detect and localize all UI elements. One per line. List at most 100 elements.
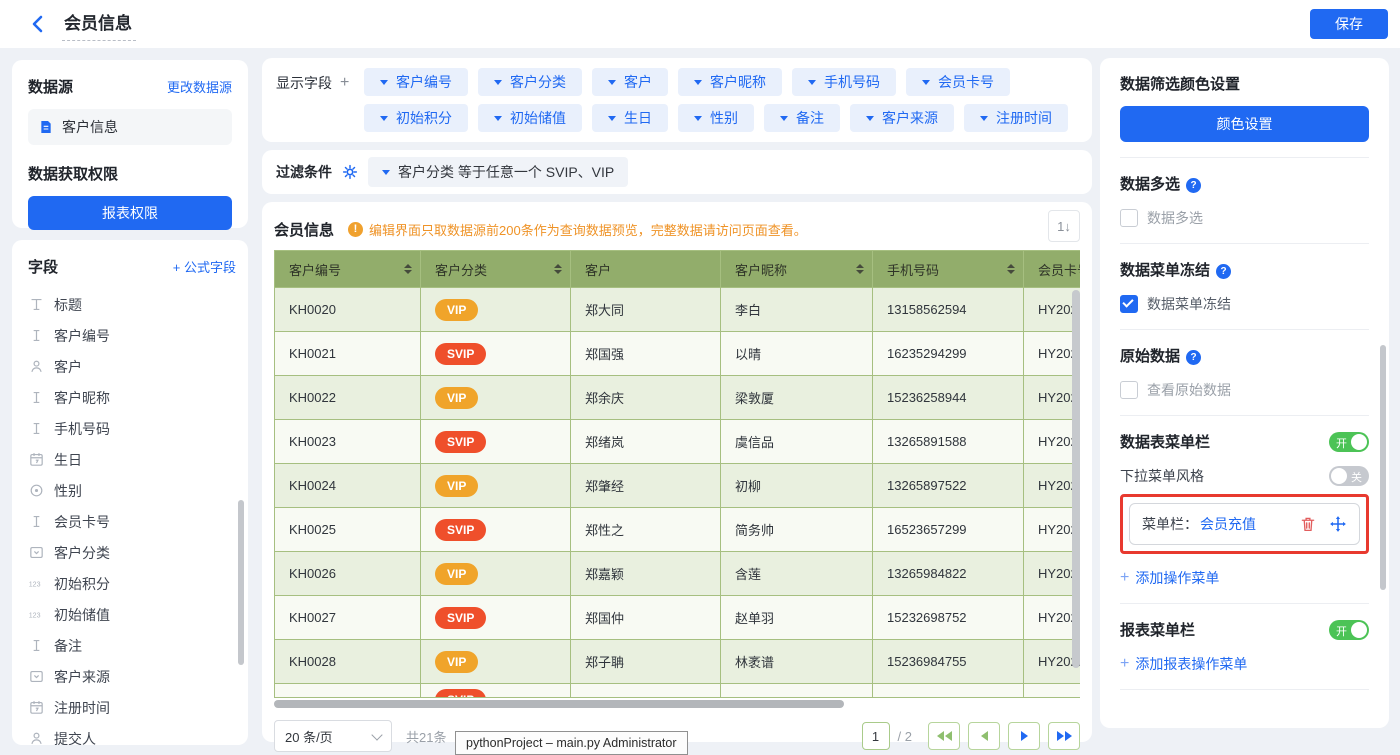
- field-item[interactable]: 会员卡号: [28, 506, 236, 537]
- field-chip[interactable]: 客户: [592, 68, 668, 96]
- field-item[interactable]: 初始积分: [28, 568, 236, 599]
- field-chip[interactable]: 初始储值: [478, 104, 582, 132]
- checkbox-unchecked[interactable]: [1120, 381, 1138, 399]
- first-page-button[interactable]: [928, 722, 960, 750]
- move-icon[interactable]: [1329, 515, 1347, 533]
- field-item-label: 标题: [54, 295, 82, 315]
- raw-data-checkbox-row[interactable]: 查看原始数据: [1120, 380, 1369, 400]
- field-chip-label: 会员卡号: [938, 72, 994, 92]
- column-header-label: 客户: [585, 260, 611, 279]
- last-page-button[interactable]: [1048, 722, 1080, 750]
- menu-item-row[interactable]: 菜单栏： 会员充值: [1129, 503, 1360, 545]
- category-badge: VIP: [435, 387, 478, 409]
- report-menubar-toggle[interactable]: 开: [1329, 620, 1369, 640]
- field-item[interactable]: 客户编号: [28, 320, 236, 351]
- next-page-button[interactable]: [1008, 722, 1040, 750]
- permission-title: 数据获取权限: [28, 163, 232, 184]
- table-menubar-title: 数据表菜单栏: [1120, 431, 1210, 452]
- column-header[interactable]: 客户分类: [421, 251, 571, 288]
- field-chip[interactable]: 备注: [764, 104, 840, 132]
- formula-field-link[interactable]: + 公式字段: [173, 257, 236, 276]
- filter-condition-text: 客户分类 等于任意一个 SVIP、VIP: [398, 162, 614, 182]
- cell-category: VIP: [421, 464, 571, 508]
- page-count: / 2: [898, 729, 912, 744]
- field-item[interactable]: 注册时间: [28, 692, 236, 723]
- add-action-menu-link[interactable]: + 添加操作菜单: [1120, 568, 1369, 588]
- dropdown-style-toggle[interactable]: 关: [1329, 466, 1369, 486]
- field-item[interactable]: 客户分类: [28, 537, 236, 568]
- field-chip[interactable]: 性别: [678, 104, 754, 132]
- save-button[interactable]: 保存: [1310, 9, 1388, 39]
- checkbox-unchecked[interactable]: [1120, 209, 1138, 227]
- help-icon[interactable]: ?: [1216, 264, 1231, 279]
- filter-label: 过滤条件: [276, 162, 332, 182]
- menu-freeze-checkbox-label: 数据菜单冻结: [1147, 294, 1231, 314]
- add-display-field-button[interactable]: +: [340, 74, 349, 92]
- field-chip[interactable]: 初始积分: [364, 104, 468, 132]
- field-item[interactable]: 提交人: [28, 723, 236, 745]
- color-settings-button[interactable]: 颜色设置: [1120, 106, 1369, 142]
- field-item[interactable]: 性别: [28, 475, 236, 506]
- field-item[interactable]: 标题: [28, 289, 236, 320]
- column-header[interactable]: 客户昵称: [721, 251, 873, 288]
- gear-icon[interactable]: [342, 164, 358, 180]
- field-chip[interactable]: 客户来源: [850, 104, 954, 132]
- field-chip[interactable]: 客户编号: [364, 68, 468, 96]
- chevron-down-icon: [694, 116, 702, 121]
- field-item[interactable]: 备注: [28, 630, 236, 661]
- cell-phone: 15236984755: [873, 640, 1024, 684]
- trash-icon[interactable]: [1299, 515, 1317, 533]
- checkbox-checked[interactable]: [1120, 295, 1138, 313]
- raw-data-checkbox-label: 查看原始数据: [1147, 380, 1231, 400]
- field-item[interactable]: 生日: [28, 444, 236, 475]
- multi-select-checkbox-row[interactable]: 数据多选: [1120, 208, 1369, 228]
- field-chip[interactable]: 手机号码: [792, 68, 896, 96]
- column-header[interactable]: 客户编号: [275, 251, 421, 288]
- fields-list: 标题 客户编号 客户: [28, 289, 236, 745]
- page-number-input[interactable]: 1: [862, 722, 890, 750]
- field-item-label: 初始储值: [54, 605, 110, 625]
- menu-freeze-title: 数据菜单冻结: [1120, 262, 1210, 279]
- right-panel-scrollbar[interactable]: [1380, 345, 1386, 590]
- change-datasource-link[interactable]: 更改数据源: [167, 77, 232, 96]
- field-chip[interactable]: 生日: [592, 104, 668, 132]
- prev-page-button[interactable]: [968, 722, 1000, 750]
- add-report-menu-link[interactable]: + 添加报表操作菜单: [1120, 654, 1369, 674]
- toggle-knob: [1331, 468, 1347, 484]
- data-table-panel: 会员信息 ! 编辑界面只取数据源前200条作为查询数据预览，完整数据请访问页面查…: [262, 202, 1092, 742]
- field-chip[interactable]: 注册时间: [964, 104, 1068, 132]
- field-item[interactable]: 初始储值: [28, 599, 236, 630]
- field-item[interactable]: 手机号码: [28, 413, 236, 444]
- page-size-select[interactable]: 20 条/页: [274, 720, 392, 752]
- column-header[interactable]: 客户: [571, 251, 721, 288]
- report-permission-button[interactable]: 报表权限: [28, 196, 232, 230]
- field-chip[interactable]: 客户分类: [478, 68, 582, 96]
- table-menubar-toggle[interactable]: 开: [1329, 432, 1369, 452]
- table-vertical-scrollbar[interactable]: [1072, 290, 1080, 668]
- column-header-label: 客户昵称: [735, 260, 787, 279]
- help-icon[interactable]: ?: [1186, 350, 1201, 365]
- chevron-down-icon: [494, 80, 502, 85]
- scrollbar-thumb[interactable]: [274, 700, 844, 708]
- sort-tool-button[interactable]: 1↓: [1048, 210, 1080, 242]
- column-header[interactable]: 会员卡号: [1024, 251, 1081, 288]
- page-title[interactable]: 会员信息: [62, 7, 136, 41]
- field-chip[interactable]: 会员卡号: [906, 68, 1010, 96]
- help-icon[interactable]: ?: [1186, 178, 1201, 193]
- field-chip[interactable]: 客户昵称: [678, 68, 782, 96]
- field-item[interactable]: 客户来源: [28, 661, 236, 692]
- table-body: KH0020 VIP 郑大同 李白 13158562594 HY2023 KH0…: [275, 288, 1081, 698]
- datasource-item[interactable]: 客户信息: [28, 109, 232, 145]
- radio-icon: [28, 482, 45, 499]
- preview-warning: ! 编辑界面只取数据源前200条作为查询数据预览，完整数据请访问页面查看。: [348, 220, 807, 239]
- menu-freeze-checkbox-row[interactable]: 数据菜单冻结: [1120, 294, 1369, 314]
- back-button[interactable]: [26, 13, 48, 35]
- fields-scrollbar[interactable]: [238, 500, 244, 665]
- highlight-red-box: 菜单栏： 会员充值: [1120, 494, 1369, 554]
- filter-condition-chip[interactable]: 客户分类 等于任意一个 SVIP、VIP: [368, 157, 628, 187]
- field-item[interactable]: 客户: [28, 351, 236, 382]
- column-header[interactable]: 手机号码: [873, 251, 1024, 288]
- field-item[interactable]: 客户昵称: [28, 382, 236, 413]
- field-chip-label: 备注: [796, 108, 824, 128]
- field-item-label: 客户: [54, 357, 82, 377]
